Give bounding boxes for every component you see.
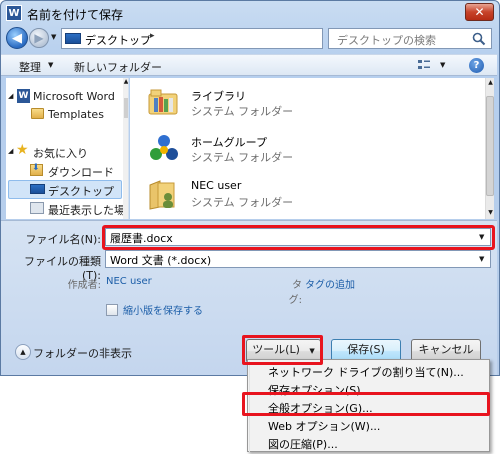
- file-name: ライブラリ: [191, 90, 246, 103]
- help-button[interactable]: ?: [469, 58, 484, 73]
- file-type: システム フォルダー: [191, 105, 294, 118]
- file-name: NEC user: [191, 179, 242, 192]
- sidebar-item-label: Templates: [48, 108, 104, 121]
- address-location[interactable]: デスクトップ: [85, 32, 151, 48]
- download-arrow-icon: ⬇: [32, 163, 40, 173]
- highlight-filename: [102, 225, 495, 250]
- desktop-icon: [30, 184, 45, 194]
- breadcrumb-chevron-icon[interactable]: ▸: [150, 31, 155, 41]
- forward-button[interactable]: ▶: [29, 28, 49, 48]
- author-label: 作成者:: [67, 280, 101, 291]
- file-name: ホームグループ: [191, 136, 268, 149]
- sidebar-item-label: Microsoft Word: [33, 90, 115, 103]
- highlight-general-options: [242, 392, 490, 416]
- file-type: システム フォルダー: [191, 151, 294, 164]
- scroll-down-icon[interactable]: ▼: [486, 209, 495, 216]
- chevron-down-icon[interactable]: ▼: [440, 61, 445, 69]
- library-icon: [148, 89, 178, 115]
- dialog-title: 名前を付けて保存: [27, 8, 124, 22]
- view-options-icon[interactable]: [417, 58, 431, 72]
- tree-expand-icon[interactable]: ◢: [8, 92, 13, 100]
- navigation-pane: ◢ W Microsoft Word Templates ◢ ★ お気に入り ⬇…: [6, 78, 129, 219]
- filetype-value: Word 文書 (*.docx): [110, 254, 212, 267]
- close-button[interactable]: ✕: [465, 3, 494, 21]
- file-type: システム フォルダー: [191, 196, 294, 209]
- file-list: ライブラリ システム フォルダー ホームグループ システム フォルダー NEC …: [130, 78, 485, 219]
- desktop-icon: [65, 33, 81, 44]
- scrollbar-thumb[interactable]: [124, 98, 128, 118]
- scrollbar-thumb[interactable]: [486, 96, 494, 196]
- search-icon[interactable]: [472, 32, 486, 46]
- save-thumbnail-label[interactable]: 縮小版を保存する: [123, 302, 203, 317]
- sidebar-item-label: お気に入り: [33, 147, 88, 160]
- hide-folders-button[interactable]: フォルダーの非表示: [33, 345, 132, 361]
- folder-icon: [31, 108, 44, 119]
- command-toolbar: 整理 ▼ 新しいフォルダー ▼ ?: [1, 54, 497, 76]
- sidebar-item-label: 最近表示した場所: [48, 204, 129, 217]
- menu-item-web-options[interactable]: Web オプション(W)...: [268, 418, 380, 434]
- sidebar-scrollbar[interactable]: ▲: [123, 78, 128, 219]
- menu-item-map-network-drive[interactable]: ネットワーク ドライブの割り当て(N)...: [268, 364, 464, 380]
- user-folder-icon: [149, 180, 175, 210]
- scroll-up-icon[interactable]: ▲: [123, 78, 128, 88]
- sidebar-item-microsoft-word[interactable]: ◢ W Microsoft Word: [6, 87, 122, 106]
- sidebar-item-recent-places[interactable]: 最近表示した場所: [6, 199, 128, 218]
- sidebar-item-desktop[interactable]: デスクトップ: [6, 180, 122, 199]
- scroll-up-icon[interactable]: ▲: [486, 79, 495, 86]
- sidebar-item-label: ダウンロード: [48, 166, 114, 179]
- search-input[interactable]: デスクトップの検索: [328, 28, 492, 49]
- word-app-icon: W: [6, 5, 22, 21]
- tree-expand-icon[interactable]: ◢: [8, 147, 13, 155]
- recent-places-icon: [30, 202, 44, 214]
- list-item-homegroup[interactable]: ホームグループ システム フォルダー: [144, 130, 444, 170]
- list-item-library[interactable]: ライブラリ システム フォルダー: [144, 84, 444, 124]
- recent-pages-dropdown-icon[interactable]: ▼: [51, 33, 59, 43]
- save-thumbnail-checkbox[interactable]: [106, 304, 118, 316]
- sidebar-item-label: デスクトップ: [48, 185, 114, 198]
- address-bar[interactable]: デスクトップ ▸ ▼ ⟳: [61, 28, 380, 49]
- new-folder-button[interactable]: 新しいフォルダー: [74, 59, 162, 75]
- tag-label: タグ:: [288, 280, 302, 306]
- search-placeholder: デスクトップの検索: [337, 34, 436, 47]
- back-button[interactable]: ◀: [6, 27, 28, 49]
- sidebar-item-downloads[interactable]: ⬇ ダウンロード: [6, 161, 122, 180]
- homegroup-icon: [150, 135, 178, 160]
- filename-label: ファイル名(N):: [25, 233, 101, 246]
- sidebar-item-templates[interactable]: Templates: [6, 105, 122, 124]
- star-icon: ★: [16, 142, 29, 158]
- author-value[interactable]: NEC user: [106, 276, 152, 287]
- menu-item-compress-pictures[interactable]: 図の圧縮(P)...: [268, 436, 338, 452]
- highlight-tools-button: [242, 335, 323, 365]
- add-tag-link[interactable]: タグの追加: [305, 276, 355, 291]
- word-doc-icon: W: [17, 89, 30, 103]
- filetype-select[interactable]: Word 文書 (*.docx) ▼: [105, 250, 491, 268]
- chevron-down-icon[interactable]: ▼: [479, 255, 484, 263]
- collapse-up-icon[interactable]: ▲: [15, 344, 31, 360]
- organize-button[interactable]: 整理: [19, 59, 41, 75]
- chevron-down-icon[interactable]: ▼: [48, 61, 53, 69]
- list-item-nec-user[interactable]: NEC user システム フォルダー: [144, 175, 444, 215]
- sidebar-item-favorites[interactable]: ◢ ★ お気に入り: [6, 142, 122, 161]
